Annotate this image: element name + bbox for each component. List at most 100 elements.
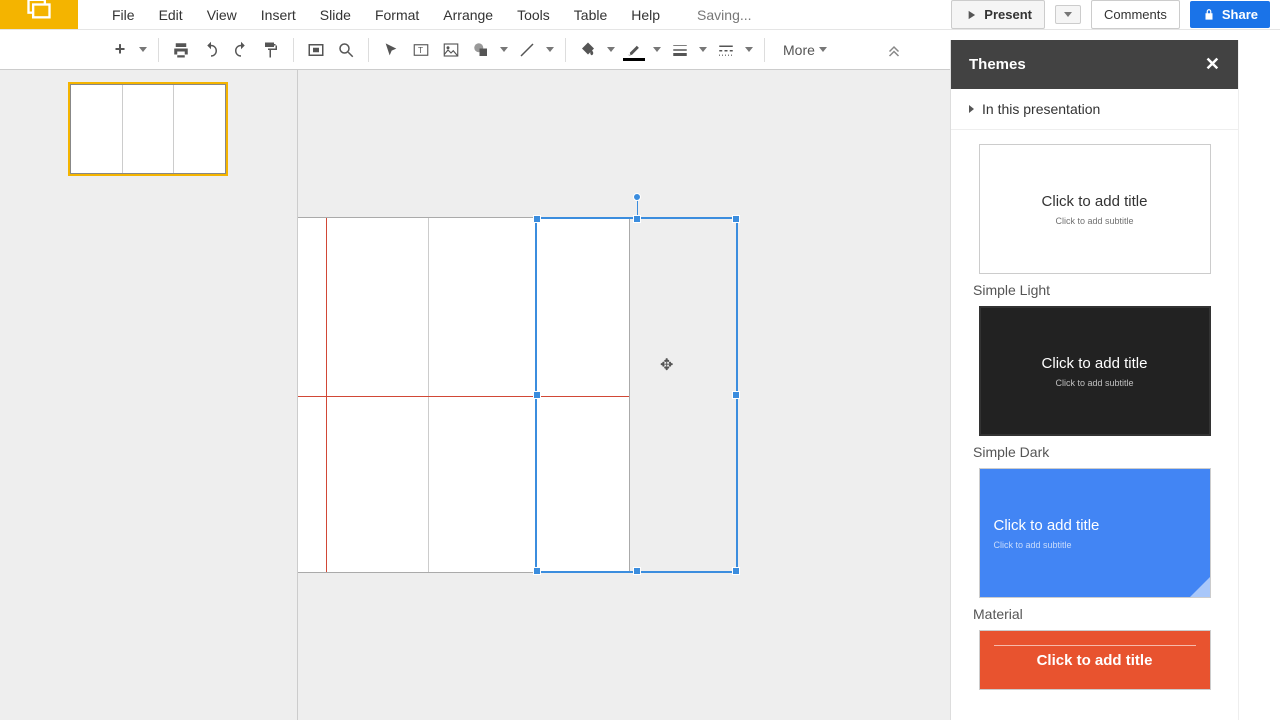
pencil-icon xyxy=(625,43,643,57)
redo-icon xyxy=(232,41,250,59)
more-label: More xyxy=(783,42,815,58)
resize-handle-sw[interactable] xyxy=(533,567,541,575)
lineweight-dropdown[interactable] xyxy=(696,36,710,64)
theme-simple-dark[interactable]: Click to add title Click to add subtitle xyxy=(979,306,1211,436)
menu-edit[interactable]: Edit xyxy=(147,1,195,29)
filmstrip: 1 xyxy=(0,70,298,720)
play-icon xyxy=(964,8,978,22)
theme-label: Material xyxy=(973,606,1220,622)
menu-arrange[interactable]: Arrange xyxy=(431,1,505,29)
present-label: Present xyxy=(984,7,1032,22)
present-button[interactable]: Present xyxy=(951,0,1045,29)
svg-text:T: T xyxy=(418,46,423,55)
chevron-down-icon xyxy=(653,47,661,52)
theme-preview-subtitle: Click to add subtitle xyxy=(994,540,1072,550)
menu-table[interactable]: Table xyxy=(562,1,619,29)
menu-file[interactable]: File xyxy=(100,1,147,29)
chevron-right-icon xyxy=(969,105,974,113)
print-button[interactable] xyxy=(167,36,195,64)
menu-insert[interactable]: Insert xyxy=(249,1,308,29)
menu-slide[interactable]: Slide xyxy=(308,1,363,29)
line-dash-icon xyxy=(717,41,735,59)
right-gutter xyxy=(1238,40,1280,720)
menu-view[interactable]: View xyxy=(195,1,249,29)
move-cursor-icon: ✥ xyxy=(660,355,673,375)
theme-preview-subtitle: Click to add subtitle xyxy=(1055,378,1133,388)
chevron-up-double-icon xyxy=(885,41,903,59)
line-weight-button[interactable] xyxy=(666,36,694,64)
zoom-button[interactable] xyxy=(332,36,360,64)
fill-color-button[interactable] xyxy=(574,36,602,64)
theme-preview-title: Click to add title xyxy=(1037,652,1153,669)
theme-material[interactable]: Click to add title Click to add subtitle xyxy=(979,468,1211,598)
fit-button[interactable] xyxy=(302,36,330,64)
line-weight-icon xyxy=(671,41,689,59)
chevron-down-icon xyxy=(1064,12,1072,17)
redo-button[interactable] xyxy=(227,36,255,64)
theme-preview-subtitle: Click to add subtitle xyxy=(1055,216,1133,226)
resize-handle-ne[interactable] xyxy=(732,215,740,223)
theme-label: Simple Light xyxy=(973,282,1220,298)
paint-format-button[interactable] xyxy=(257,36,285,64)
shape-icon xyxy=(472,41,490,59)
chevron-down-icon xyxy=(500,47,508,52)
print-icon xyxy=(172,41,190,59)
new-slide-dropdown[interactable] xyxy=(136,36,150,64)
share-label: Share xyxy=(1222,7,1258,22)
line-tool[interactable] xyxy=(513,36,541,64)
save-status: Saving... xyxy=(697,7,751,23)
image-tool[interactable] xyxy=(437,36,465,64)
cursor-icon xyxy=(383,42,399,58)
resize-handle-e[interactable] xyxy=(732,391,740,399)
resize-handle-n[interactable] xyxy=(633,215,641,223)
selected-shape[interactable] xyxy=(535,217,738,573)
linedash-dropdown[interactable] xyxy=(742,36,756,64)
paint-bucket-icon xyxy=(579,41,597,59)
share-button[interactable]: Share xyxy=(1190,1,1270,28)
new-slide-button[interactable]: + xyxy=(106,36,134,64)
theme-swiss[interactable]: Click to add title xyxy=(979,630,1211,690)
line-dash-button[interactable] xyxy=(712,36,740,64)
close-icon[interactable]: ✕ xyxy=(1205,54,1220,75)
resize-handle-s[interactable] xyxy=(633,567,641,575)
themes-section-header[interactable]: In this presentation xyxy=(951,89,1238,130)
theme-simple-light[interactable]: Click to add title Click to add subtitle xyxy=(979,144,1211,274)
resize-handle-se[interactable] xyxy=(732,567,740,575)
resize-handle-w[interactable] xyxy=(533,391,541,399)
image-icon xyxy=(442,41,460,59)
shape-dropdown[interactable] xyxy=(497,36,511,64)
chevron-down-icon xyxy=(745,47,753,52)
shape-tool[interactable] xyxy=(467,36,495,64)
chevron-down-icon xyxy=(139,47,147,52)
resize-handle-nw[interactable] xyxy=(533,215,541,223)
chevron-down-icon xyxy=(546,47,554,52)
paint-roller-icon xyxy=(262,41,280,59)
fill-dropdown[interactable] xyxy=(604,36,618,64)
menubar: File Edit View Insert Slide Format Arran… xyxy=(0,0,1280,30)
theme-preview-title: Click to add title xyxy=(1042,355,1148,372)
menu-tools[interactable]: Tools xyxy=(505,1,562,29)
themes-title: Themes xyxy=(969,56,1026,73)
themes-section-label: In this presentation xyxy=(982,101,1100,117)
line-dropdown[interactable] xyxy=(543,36,557,64)
select-tool[interactable] xyxy=(377,36,405,64)
chevron-down-icon xyxy=(699,47,707,52)
chevron-down-icon xyxy=(819,47,827,52)
line-color-button[interactable] xyxy=(620,36,648,64)
comments-button[interactable]: Comments xyxy=(1091,0,1180,29)
present-dropdown[interactable] xyxy=(1055,5,1081,24)
zoom-icon xyxy=(337,41,355,59)
rotate-handle[interactable] xyxy=(633,193,641,201)
collapse-toolbar-button[interactable] xyxy=(880,36,908,64)
undo-button[interactable] xyxy=(197,36,225,64)
slide-thumbnail-1[interactable] xyxy=(70,84,226,174)
theme-preview-title: Click to add title xyxy=(1042,193,1148,210)
linecolor-dropdown[interactable] xyxy=(650,36,664,64)
theme-label: Simple Dark xyxy=(973,444,1220,460)
menu-help[interactable]: Help xyxy=(619,1,672,29)
menu-format[interactable]: Format xyxy=(363,1,431,29)
textbox-tool[interactable]: T xyxy=(407,36,435,64)
theme-preview-title: Click to add title xyxy=(994,517,1100,534)
textbox-icon: T xyxy=(412,41,430,59)
more-button[interactable]: More xyxy=(773,42,837,58)
